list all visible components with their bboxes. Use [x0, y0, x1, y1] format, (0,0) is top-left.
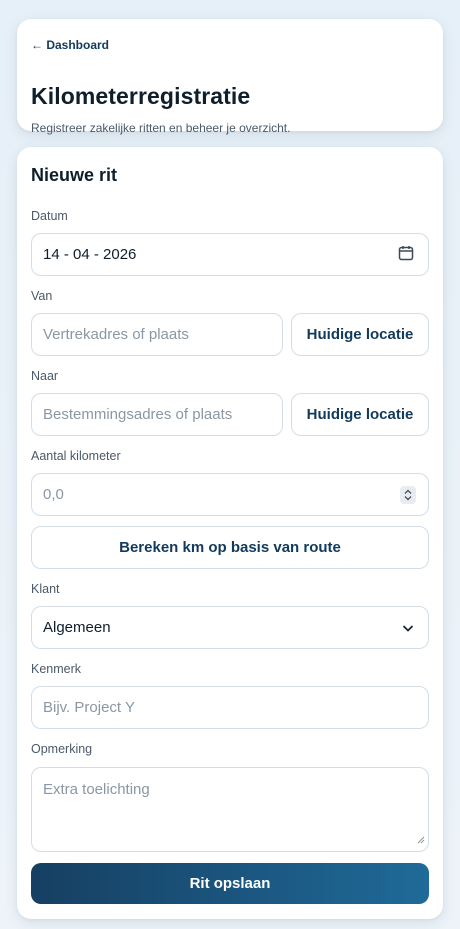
save-trip-button[interactable]: Rit opslaan	[31, 863, 429, 904]
date-label: Datum	[31, 209, 68, 223]
page-title: Kilometerregistratie	[31, 83, 251, 109]
form-title: Nieuwe rit	[31, 165, 118, 185]
reference-input[interactable]: Bijv. Project Y	[31, 686, 429, 729]
reference-placeholder: Bijv. Project Y	[43, 699, 135, 716]
km-input[interactable]: 0,0	[31, 473, 429, 516]
back-to-dashboard-link[interactable]: ← Dashboard	[31, 38, 109, 52]
page-subtitle: Registreer zakelijke ritten en beheer je…	[31, 121, 291, 135]
resize-handle-icon[interactable]	[417, 831, 425, 848]
to-label: Naar	[31, 369, 59, 383]
to-current-location-button[interactable]: Huidige locatie	[291, 393, 429, 436]
km-placeholder: 0,0	[43, 486, 64, 503]
from-input[interactable]: Vertrekadres of plaats	[31, 313, 283, 356]
client-label: Klant	[31, 582, 60, 596]
calculate-km-button[interactable]: Bereken km op basis van route	[31, 526, 429, 569]
client-selected-value: Algemeen	[43, 619, 111, 636]
reference-label: Kenmerk	[31, 662, 82, 676]
to-input[interactable]: Bestemmingsadres of plaats	[31, 393, 283, 436]
from-placeholder: Vertrekadres of plaats	[43, 326, 189, 343]
calendar-icon[interactable]	[398, 245, 414, 265]
note-placeholder: Extra toelichting	[43, 781, 150, 798]
new-trip-form: Nieuwe rit Datum 14 - 04 - 2026 Van Vert…	[17, 147, 443, 919]
to-placeholder: Bestemmingsadres of plaats	[43, 406, 233, 423]
from-label: Van	[31, 289, 53, 303]
date-input[interactable]: 14 - 04 - 2026	[31, 233, 429, 276]
number-stepper-icon[interactable]	[400, 485, 416, 504]
km-label: Aantal kilometer	[31, 449, 121, 463]
date-value: 14 - 04 - 2026	[43, 246, 137, 263]
note-label: Opmerking	[31, 742, 93, 756]
from-current-location-button[interactable]: Huidige locatie	[291, 313, 429, 356]
client-select[interactable]: Algemeen	[31, 606, 429, 649]
header-card: ← Dashboard Kilometerregistratie Registr…	[17, 19, 443, 135]
note-textarea[interactable]: Extra toelichting	[31, 767, 429, 852]
chevron-down-icon	[402, 619, 414, 636]
